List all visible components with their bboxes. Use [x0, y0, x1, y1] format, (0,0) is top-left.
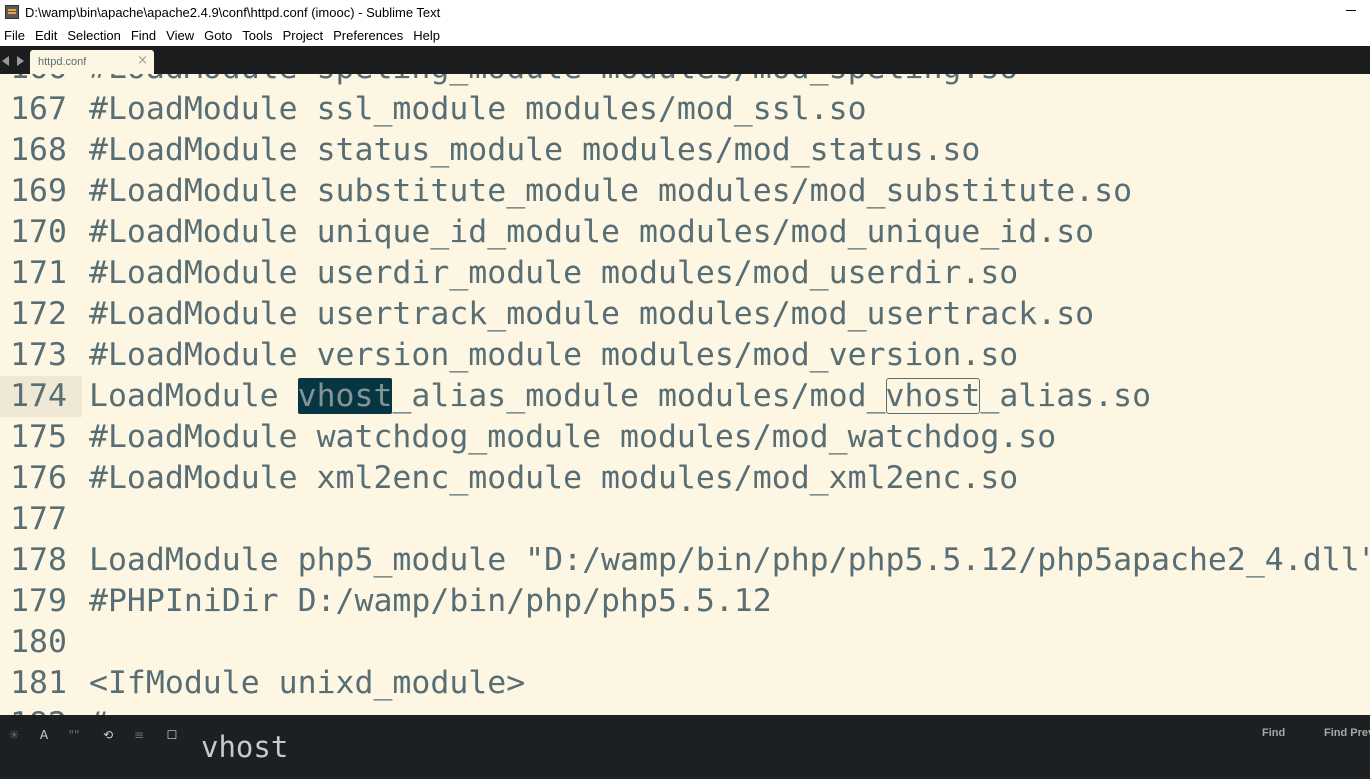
line-number: 179	[10, 583, 67, 619]
line-text: #PHPIniDir D:/wamp/bin/php/php5.5.12	[89, 583, 772, 619]
line-number: 182	[0, 704, 82, 715]
menu-preferences[interactable]: Preferences	[329, 28, 409, 43]
code-line: 173 #LoadModule version_module modules/m…	[0, 335, 1018, 376]
line-text: LoadModule php5_module "D:/wamp/bin/php/…	[89, 542, 1370, 578]
line-number: 177	[10, 501, 67, 537]
line-text: LoadModule vhost_alias_module modules/mo…	[89, 376, 1151, 417]
code-line: 170 #LoadModule unique_id_module modules…	[0, 212, 1094, 253]
line-number: 180	[10, 624, 67, 660]
code-line: 166 #LoadModule speling_module modules/m…	[0, 74, 1018, 89]
minimize-icon[interactable]	[1346, 10, 1356, 11]
highlight-matches-toggle-icon[interactable]: ☐	[164, 727, 180, 743]
menu-edit[interactable]: Edit	[31, 28, 63, 43]
find-panel: ✳ A "" ⟲ ≡ ☐ vhost Find Find Prev	[0, 715, 1370, 779]
menu-view[interactable]: View	[162, 28, 200, 43]
in-selection-toggle-icon[interactable]: ≡	[131, 727, 147, 743]
line-text: #LoadModule ssl_module modules/mod_ssl.s…	[89, 91, 867, 127]
line-number: 176	[10, 460, 67, 496]
code-line: 178 LoadModule php5_module "D:/wamp/bin/…	[0, 540, 1370, 581]
tab-httpd-conf[interactable]: httpd.conf ×	[30, 50, 154, 74]
current-code-line: 174 LoadModule vhost_alias_module module…	[0, 376, 1151, 417]
line-number: 166	[0, 74, 82, 89]
line-text: <IfModule unixd_module>	[89, 665, 526, 701]
menu-file[interactable]: File	[0, 28, 31, 43]
line-number: 172	[10, 296, 67, 332]
menu-selection[interactable]: Selection	[63, 28, 126, 43]
code-line: 167 #LoadModule ssl_module modules/mod_s…	[0, 89, 866, 130]
menu-find[interactable]: Find	[127, 28, 162, 43]
code-line: 181 <IfModule unixd_module>	[0, 663, 525, 704]
code-line: 180	[0, 622, 114, 663]
line-text: #LoadModule xml2enc_module modules/mod_x…	[89, 460, 1019, 496]
line-text: #LoadModule version_module modules/mod_v…	[89, 337, 1019, 373]
selected-search-match[interactable]: vhost	[297, 378, 393, 414]
line-text-middle: _alias_module modules/mod_	[392, 378, 886, 414]
sublime-app-icon	[5, 5, 19, 19]
line-number: 167	[10, 91, 67, 127]
menu-goto[interactable]: Goto	[200, 28, 238, 43]
tab-close-icon[interactable]: ×	[137, 53, 148, 69]
code-line: 177	[0, 499, 114, 540]
line-text: #LoadModule usertrack_module modules/mod…	[89, 296, 1095, 332]
line-text: #LoadModule status_module modules/mod_st…	[89, 132, 981, 168]
line-number: 169	[10, 173, 67, 209]
line-number: 181	[10, 665, 67, 701]
search-match[interactable]: vhost	[885, 378, 981, 414]
line-number: 171	[10, 255, 67, 291]
line-number: 170	[10, 214, 67, 250]
line-number: 168	[10, 132, 67, 168]
find-button[interactable]: Find	[1262, 727, 1285, 739]
line-text-prefix: LoadModule	[89, 378, 298, 414]
line-text: #LoadModule speling_module modules/mod_s…	[89, 74, 1018, 89]
whole-word-toggle-icon[interactable]: ""	[66, 727, 82, 743]
menu-bar: File Edit Selection Find View Goto Tools…	[0, 24, 1370, 46]
line-text: #LoadModule watchdog_module modules/mod_…	[89, 419, 1057, 455]
line-number: 178	[10, 542, 67, 578]
code-line: 169 #LoadModule substitute_module module…	[0, 171, 1132, 212]
menu-tools[interactable]: Tools	[238, 28, 278, 43]
line-text: #LoadModule unique_id_module modules/mod…	[89, 214, 1095, 250]
case-sensitive-toggle-icon[interactable]: A	[36, 727, 52, 743]
line-text-suffix: _alias.so	[980, 378, 1152, 414]
tab-scroll-left-icon[interactable]	[2, 56, 9, 66]
tab-bar: httpd.conf ×	[0, 46, 1370, 74]
regex-toggle-icon[interactable]: ✳	[6, 727, 22, 743]
line-text: #LoadModule substitute_module modules/mo…	[89, 173, 1133, 209]
line-number: 173	[10, 337, 67, 373]
code-editor[interactable]: 166 #LoadModule speling_module modules/m…	[0, 74, 1370, 715]
line-text: #	[89, 704, 108, 715]
code-line: 168 #LoadModule status_module modules/mo…	[0, 130, 980, 171]
code-line: 175 #LoadModule watchdog_module modules/…	[0, 417, 1056, 458]
window-title: D:\wamp\bin\apache\apache2.4.9\conf\http…	[25, 4, 441, 20]
menu-project[interactable]: Project	[279, 28, 329, 43]
code-line: 172 #LoadModule usertrack_module modules…	[0, 294, 1094, 335]
code-line: 179 #PHPIniDir D:/wamp/bin/php/php5.5.12	[0, 581, 772, 622]
line-number: 174	[0, 376, 82, 417]
line-text: #LoadModule userdir_module modules/mod_u…	[89, 255, 1019, 291]
find-input[interactable]: vhost	[189, 723, 1249, 771]
code-line: 176 #LoadModule xml2enc_module modules/m…	[0, 458, 1018, 499]
menu-help[interactable]: Help	[409, 28, 446, 43]
tab-label: httpd.conf	[38, 56, 87, 68]
title-bar: D:\wamp\bin\apache\apache2.4.9\conf\http…	[0, 0, 1370, 24]
line-number: 175	[10, 419, 67, 455]
wrap-toggle-icon[interactable]: ⟲	[100, 727, 116, 743]
code-line: 182 #	[0, 704, 114, 715]
code-line: 171 #LoadModule userdir_module modules/m…	[0, 253, 1018, 294]
tab-scroll-right-icon[interactable]	[17, 56, 24, 66]
find-prev-button[interactable]: Find Prev	[1324, 727, 1370, 739]
